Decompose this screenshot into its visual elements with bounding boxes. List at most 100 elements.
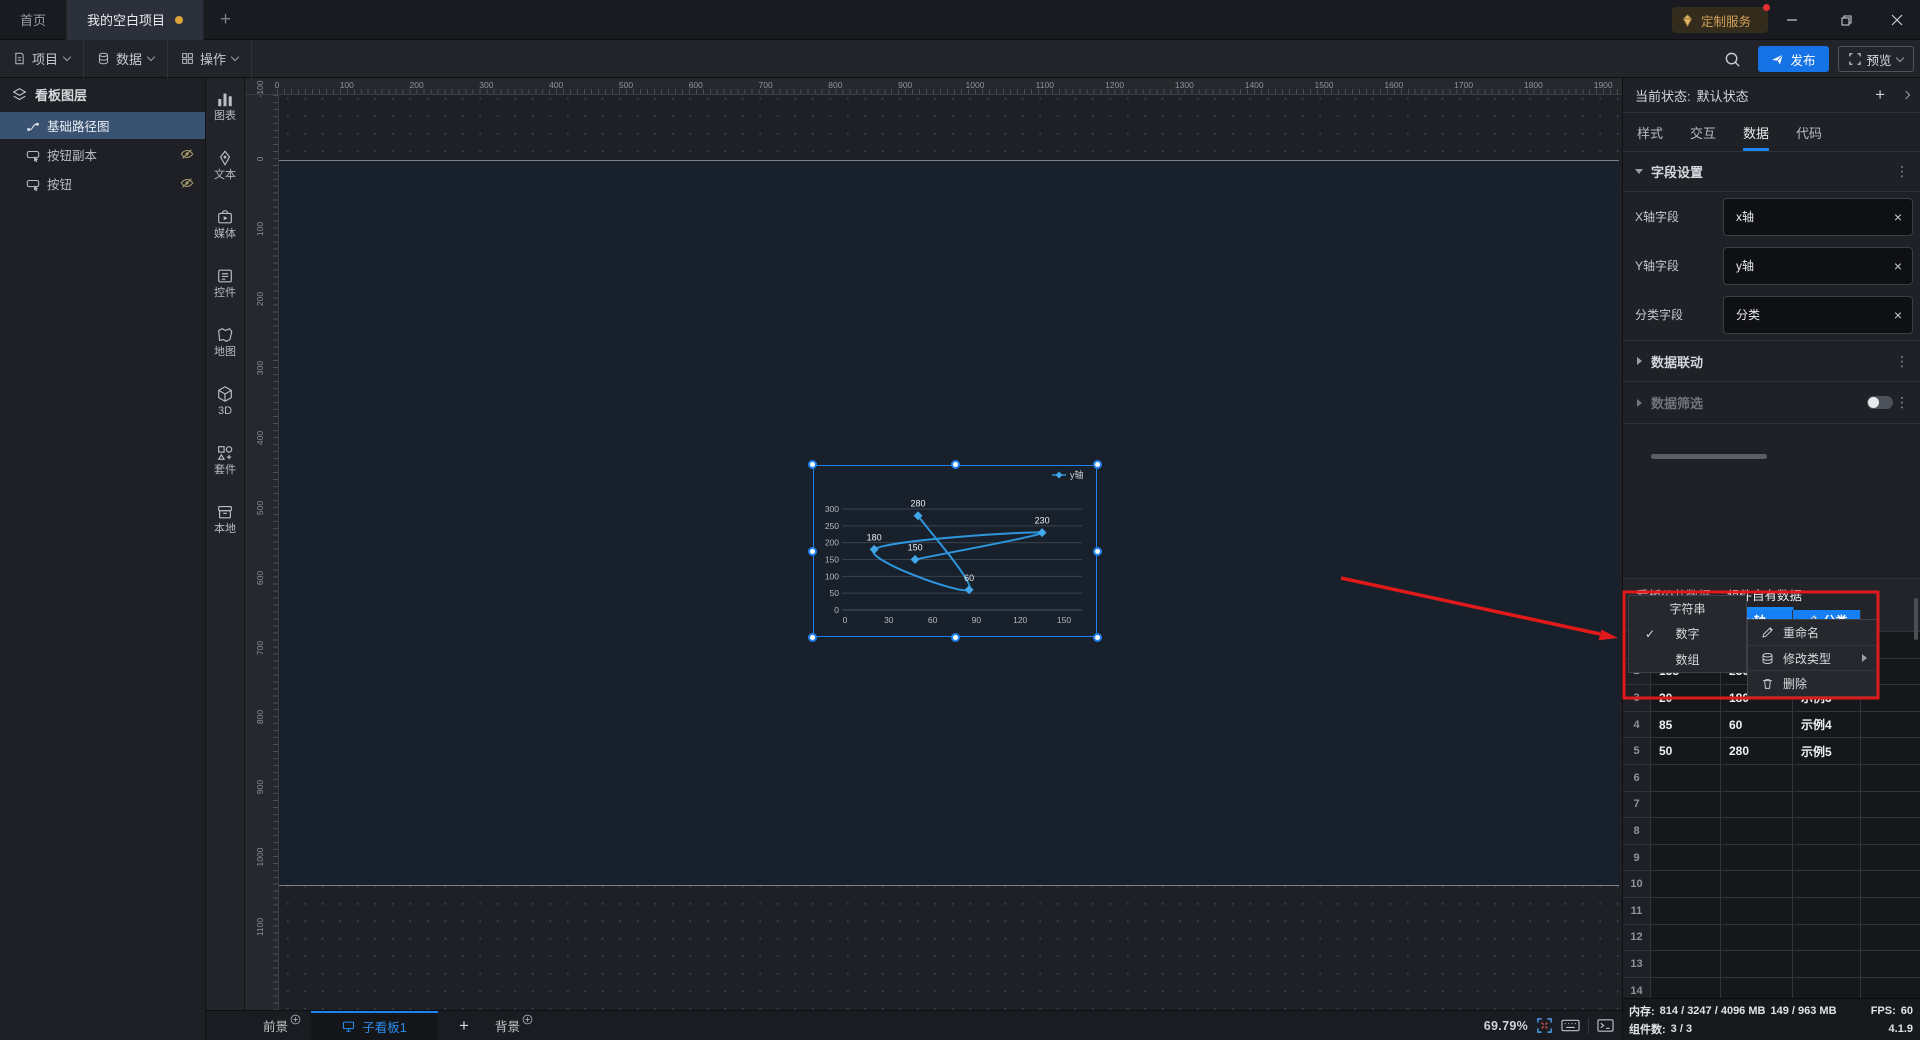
- table-cell[interactable]: [1861, 765, 1920, 792]
- zoom-level[interactable]: 69.79%: [1484, 1019, 1528, 1033]
- table-cell[interactable]: [1793, 897, 1861, 925]
- clear-icon[interactable]: ×: [1894, 307, 1902, 323]
- table-cell[interactable]: [1793, 977, 1861, 998]
- table-cell[interactable]: 85: [1651, 711, 1721, 739]
- toolbox-kit[interactable]: 套件: [214, 444, 236, 476]
- table-cell[interactable]: [1861, 712, 1920, 739]
- table-cell[interactable]: [1651, 764, 1721, 792]
- table-cell[interactable]: [1651, 951, 1721, 978]
- table-cell[interactable]: [1861, 845, 1920, 872]
- tab-交互[interactable]: 交互: [1690, 113, 1716, 151]
- table-cell[interactable]: [1721, 818, 1793, 845]
- table-cell[interactable]: 50: [1651, 738, 1721, 765]
- toolbox-text[interactable]: 文本: [214, 149, 236, 181]
- table-cell[interactable]: 示例5: [1793, 738, 1861, 765]
- toolbox-media[interactable]: 媒体: [214, 208, 236, 240]
- menu-item-删除[interactable]: 删除: [1748, 670, 1877, 696]
- kebab-menu-icon[interactable]: ⋮: [1895, 353, 1909, 370]
- table-cell[interactable]: [1651, 844, 1721, 872]
- circle-plus-icon[interactable]: [522, 1014, 533, 1025]
- add-project-tab-button[interactable]: +: [204, 9, 247, 31]
- path-chart-component[interactable]: 0 50 100 150 200 250 300 0 30 60 90 120 150 150 230 180…: [808, 460, 1102, 642]
- table-cell[interactable]: [1793, 871, 1861, 898]
- table-cell[interactable]: [1861, 871, 1920, 898]
- table-cell[interactable]: [1721, 951, 1793, 978]
- table-horizontal-scrollbar[interactable]: [1651, 454, 1767, 459]
- resize-handle-s[interactable]: [950, 633, 960, 642]
- toolbox-chart[interactable]: 图表: [214, 90, 236, 122]
- table-cell[interactable]: [1721, 871, 1793, 898]
- clear-icon[interactable]: ×: [1894, 258, 1902, 274]
- table-cell[interactable]: [1651, 871, 1721, 898]
- table-cell[interactable]: [1651, 791, 1721, 819]
- resize-handle-w[interactable]: [808, 546, 817, 556]
- menu-db[interactable]: 数据: [84, 39, 169, 78]
- add-state-button[interactable]: +: [1875, 85, 1885, 105]
- publish-button[interactable]: 发布: [1758, 46, 1829, 72]
- table-cell[interactable]: [1793, 844, 1861, 872]
- kebab-menu-icon[interactable]: ⋮: [1895, 394, 1909, 411]
- resize-handle-sw[interactable]: [808, 633, 817, 642]
- preview-button[interactable]: 预览: [1838, 46, 1914, 72]
- section-data-link[interactable]: 数据联动 ⋮: [1623, 340, 1920, 382]
- menu-item-重命名[interactable]: 重命名: [1748, 620, 1877, 645]
- keyboard-icon[interactable]: [1561, 1018, 1580, 1033]
- resize-handle-e[interactable]: [1093, 546, 1102, 556]
- layer-item[interactable]: 按钮副本: [0, 141, 205, 168]
- toolbox-cube[interactable]: 3D: [216, 385, 234, 417]
- table-cell[interactable]: [1651, 977, 1721, 998]
- table-cell[interactable]: [1651, 924, 1721, 952]
- subboard-tab[interactable]: 子看板1: [311, 1010, 439, 1040]
- submenu-item-字符串[interactable]: 字符串: [1629, 596, 1746, 621]
- table-cell[interactable]: [1793, 818, 1861, 845]
- resize-handle-nw[interactable]: [808, 460, 817, 469]
- titlebar-tab[interactable]: 首页: [0, 0, 68, 40]
- toolbox-map[interactable]: 地图: [214, 326, 236, 358]
- table-cell[interactable]: [1861, 738, 1920, 765]
- section-data-filter[interactable]: 数据筛选 ⋮: [1623, 382, 1920, 424]
- data-filter-toggle[interactable]: [1867, 396, 1893, 409]
- background-tab[interactable]: 背景: [495, 1014, 533, 1035]
- add-subboard-button[interactable]: +: [449, 1016, 479, 1036]
- table-cell[interactable]: [1861, 898, 1920, 925]
- chevron-right-icon[interactable]: [1901, 90, 1911, 100]
- circle-plus-icon[interactable]: [290, 1014, 301, 1025]
- custom-service-button[interactable]: 定制服务: [1672, 4, 1770, 33]
- table-cell[interactable]: [1861, 792, 1920, 819]
- titlebar-tab[interactable]: 我的空白项目: [67, 0, 205, 40]
- kebab-menu-icon[interactable]: ⋮: [1895, 163, 1909, 180]
- table-cell[interactable]: [1861, 978, 1920, 998]
- table-cell[interactable]: [1721, 764, 1793, 792]
- menu-item-修改类型[interactable]: 修改类型: [1748, 644, 1877, 671]
- field-input[interactable]: y轴 ×: [1723, 246, 1913, 285]
- table-cell[interactable]: [1861, 818, 1920, 845]
- table-cell[interactable]: [1861, 925, 1920, 952]
- foreground-tab[interactable]: 前景: [263, 1014, 301, 1035]
- tab-代码[interactable]: 代码: [1796, 113, 1822, 151]
- table-cell[interactable]: [1721, 924, 1793, 952]
- menu-grid[interactable]: 操作: [168, 39, 253, 78]
- layer-item[interactable]: 按钮: [0, 170, 205, 197]
- close-button[interactable]: [1874, 0, 1920, 40]
- minimize-button[interactable]: [1769, 0, 1815, 40]
- table-cell[interactable]: [1793, 951, 1861, 978]
- resize-handle-n[interactable]: [950, 460, 960, 469]
- console-icon[interactable]: [1597, 1018, 1614, 1033]
- restore-button[interactable]: [1823, 0, 1869, 40]
- submenu-item-数字[interactable]: ✓ 数字: [1629, 621, 1746, 646]
- field-input[interactable]: x轴 ×: [1723, 197, 1913, 236]
- panel-vertical-scrollbar[interactable]: [1914, 598, 1918, 640]
- menu-doc[interactable]: 项目: [0, 39, 85, 78]
- table-cell[interactable]: [1721, 844, 1793, 872]
- table-cell[interactable]: [1651, 897, 1721, 925]
- search-icon[interactable]: [1724, 51, 1741, 68]
- toolbox-widget[interactable]: 控件: [214, 267, 236, 299]
- resize-handle-se[interactable]: [1093, 633, 1102, 642]
- table-cell[interactable]: [1721, 977, 1793, 998]
- table-cell[interactable]: [1793, 791, 1861, 819]
- layer-item[interactable]: 基础路径图: [0, 112, 205, 139]
- eye-off-icon[interactable]: [180, 147, 194, 161]
- table-cell[interactable]: [1793, 764, 1861, 792]
- submenu-item-数组[interactable]: 数组: [1629, 647, 1746, 672]
- eye-off-icon[interactable]: [180, 176, 194, 190]
